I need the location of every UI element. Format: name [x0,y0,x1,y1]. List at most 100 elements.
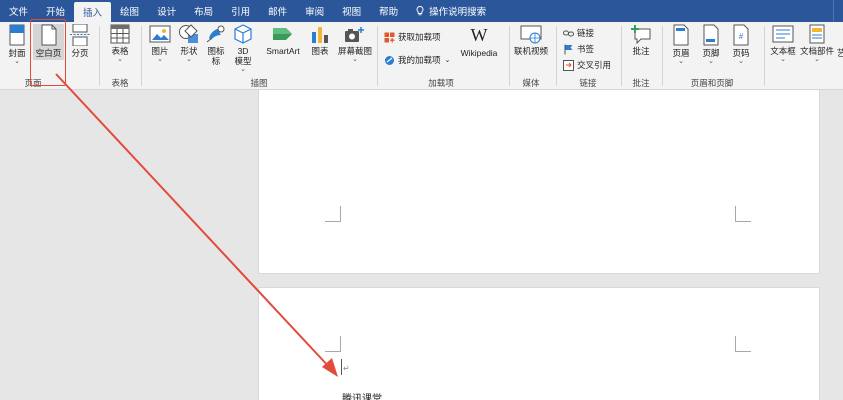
cube-icon [234,24,252,44]
tab-mailings[interactable]: 邮件 [259,0,296,22]
lightbulb-icon [416,6,424,16]
comment-icon [631,25,651,44]
share-button[interactable] [833,0,843,22]
smartart-icon [273,28,292,40]
chevron-down-icon: ⌄ [186,56,192,63]
wikipedia-button[interactable]: W Wikipedia [456,24,502,58]
margin-crop-mark [735,336,751,352]
new-comment-button[interactable]: 批注 [626,24,656,56]
ribbon-tab-bar: 文件 开始 插入 绘图 设计 布局 引用 邮件 审阅 视图 帮助 操作说明搜索 [0,0,843,22]
textbox-icon [772,25,794,43]
tab-view[interactable]: 视图 [333,0,370,22]
tell-me-search[interactable]: 操作说明搜索 [407,0,495,22]
tell-me-label: 操作说明搜索 [429,7,487,18]
tab-help[interactable]: 帮助 [370,0,407,22]
group-media: 联机视频 媒体 [510,22,552,90]
quick-parts-button[interactable]: 文档部件 ⌄ [800,24,834,63]
cover-page-icon [9,24,25,46]
shapes-icon [179,24,198,43]
cross-reference-icon [563,59,574,71]
tab-references[interactable]: 引用 [222,0,259,22]
picture-icon [149,25,171,43]
group-comments: 批注 批注 [622,22,660,90]
addin-puzzle-icon [385,55,394,65]
textbox-button[interactable]: 文本框 ⌄ [768,24,798,63]
page-break-icon [70,24,90,46]
link-button[interactable]: 链接 [563,27,594,39]
wordart-icon [836,24,843,46]
bookmark-button[interactable]: 书签 [563,43,594,55]
margin-crop-mark [735,206,751,222]
footer-icon [703,24,719,46]
chart-icon [312,27,328,43]
page-break-button[interactable]: 分页 [66,24,94,58]
shapes-button[interactable]: 形状 ⌄ [176,24,202,63]
group-label-addins: 加载项 [428,78,454,88]
cross-reference-button[interactable]: 交叉引用 [563,59,611,71]
group-divider [764,26,765,86]
tab-draw[interactable]: 绘图 [111,0,148,22]
page-number-icon: # [733,24,749,46]
group-label-links: 链接 [579,78,597,88]
online-video-button[interactable]: 联机视频 [512,24,550,56]
margin-crop-mark [325,336,341,352]
tab-layout[interactable]: 布局 [185,0,222,22]
bookmark-flag-icon [564,44,573,54]
my-addins-button[interactable]: 我的加载项 ⌄ [384,54,450,66]
quick-parts-icon [809,24,825,44]
tab-design[interactable]: 设计 [148,0,185,22]
document-page-2[interactable] [258,287,820,400]
tab-insert[interactable]: 插入 [74,2,112,22]
table-button[interactable]: 表格 ⌄ [105,24,135,63]
group-label-media: 媒体 [522,78,540,88]
annotation-highlight-box [30,19,66,86]
group-label-comments: 批注 [632,78,650,88]
group-illustrations: 图片 ⌄ 形状 ⌄ 图标 标 3D 模型 ⌄ SmartArt 图表 屏幕截图 … [142,22,376,90]
chart-button[interactable]: 图表 [307,24,333,56]
chevron-down-icon: ⌄ [117,56,123,63]
3d-models-button[interactable]: 3D 模型 ⌄ [231,24,255,73]
chevron-down-icon: ⌄ [814,56,820,63]
screenshot-button[interactable]: 屏幕截图 ⌄ [335,24,375,63]
group-label-illustrations: 插图 [250,78,268,88]
chevron-down-icon: ⌄ [738,58,744,65]
store-icon [384,32,395,42]
document-page-1[interactable] [258,90,820,274]
cover-page-button[interactable]: 封面 ⌄ [3,24,31,65]
icons-button[interactable]: 图标 标 [205,24,227,66]
ribbon: 封面 ⌄ 空白页 页面 分页 表格 ⌄ 表格 图片 ⌄ 形状 ⌄ 图标 标 3D… [0,22,843,90]
pictures-button[interactable]: 图片 ⌄ [147,24,173,63]
header-icon [673,24,689,46]
table-icon [110,24,130,44]
group-label-header-footer: 页眉和页脚 [690,78,734,88]
group-header-footer: 页眉 ⌄ 页脚 ⌄ # 页码 ⌄ 页眉和页脚 [663,22,761,90]
chevron-down-icon: ⌄ [678,58,684,65]
document-text[interactable]: 腾讯课堂 [342,390,382,400]
group-label-tables: 表格 [111,78,129,88]
chevron-down-icon: ⌄ [352,56,358,63]
get-addins-button[interactable]: 获取加载项 [384,31,441,43]
chevron-down-icon: ⌄ [240,66,246,73]
chevron-down-icon: ⌄ [708,58,714,65]
svg-text:#: # [739,32,744,41]
smartart-button[interactable]: SmartArt [261,24,305,56]
wikipedia-icon: W [470,25,488,45]
footer-button[interactable]: 页脚 ⌄ [697,24,725,65]
icons-insert-icon [206,25,225,43]
group-addins: 获取加载项 我的加载项 ⌄ W Wikipedia 加载项 [378,22,504,90]
chevron-down-icon: ⌄ [157,56,163,63]
link-icon [563,30,574,36]
chevron-down-icon: ⌄ [780,56,786,63]
group-links: 链接 书签 交叉引用 链接 [557,22,619,90]
header-button[interactable]: 页眉 ⌄ [667,24,695,65]
chevron-down-icon: ⌄ [14,58,20,65]
group-tables: 表格 ⌄ 表格 [100,22,140,90]
page-number-button[interactable]: # 页码 ⌄ [727,24,755,65]
online-video-icon [520,25,542,44]
paragraph-mark-icon: ↵ [343,364,350,373]
wordart-button[interactable]: 艺 [836,24,843,58]
chevron-down-icon: ⌄ [444,57,451,64]
tab-review[interactable]: 审阅 [296,0,333,22]
margin-crop-mark [325,206,341,222]
camera-icon [345,27,364,42]
